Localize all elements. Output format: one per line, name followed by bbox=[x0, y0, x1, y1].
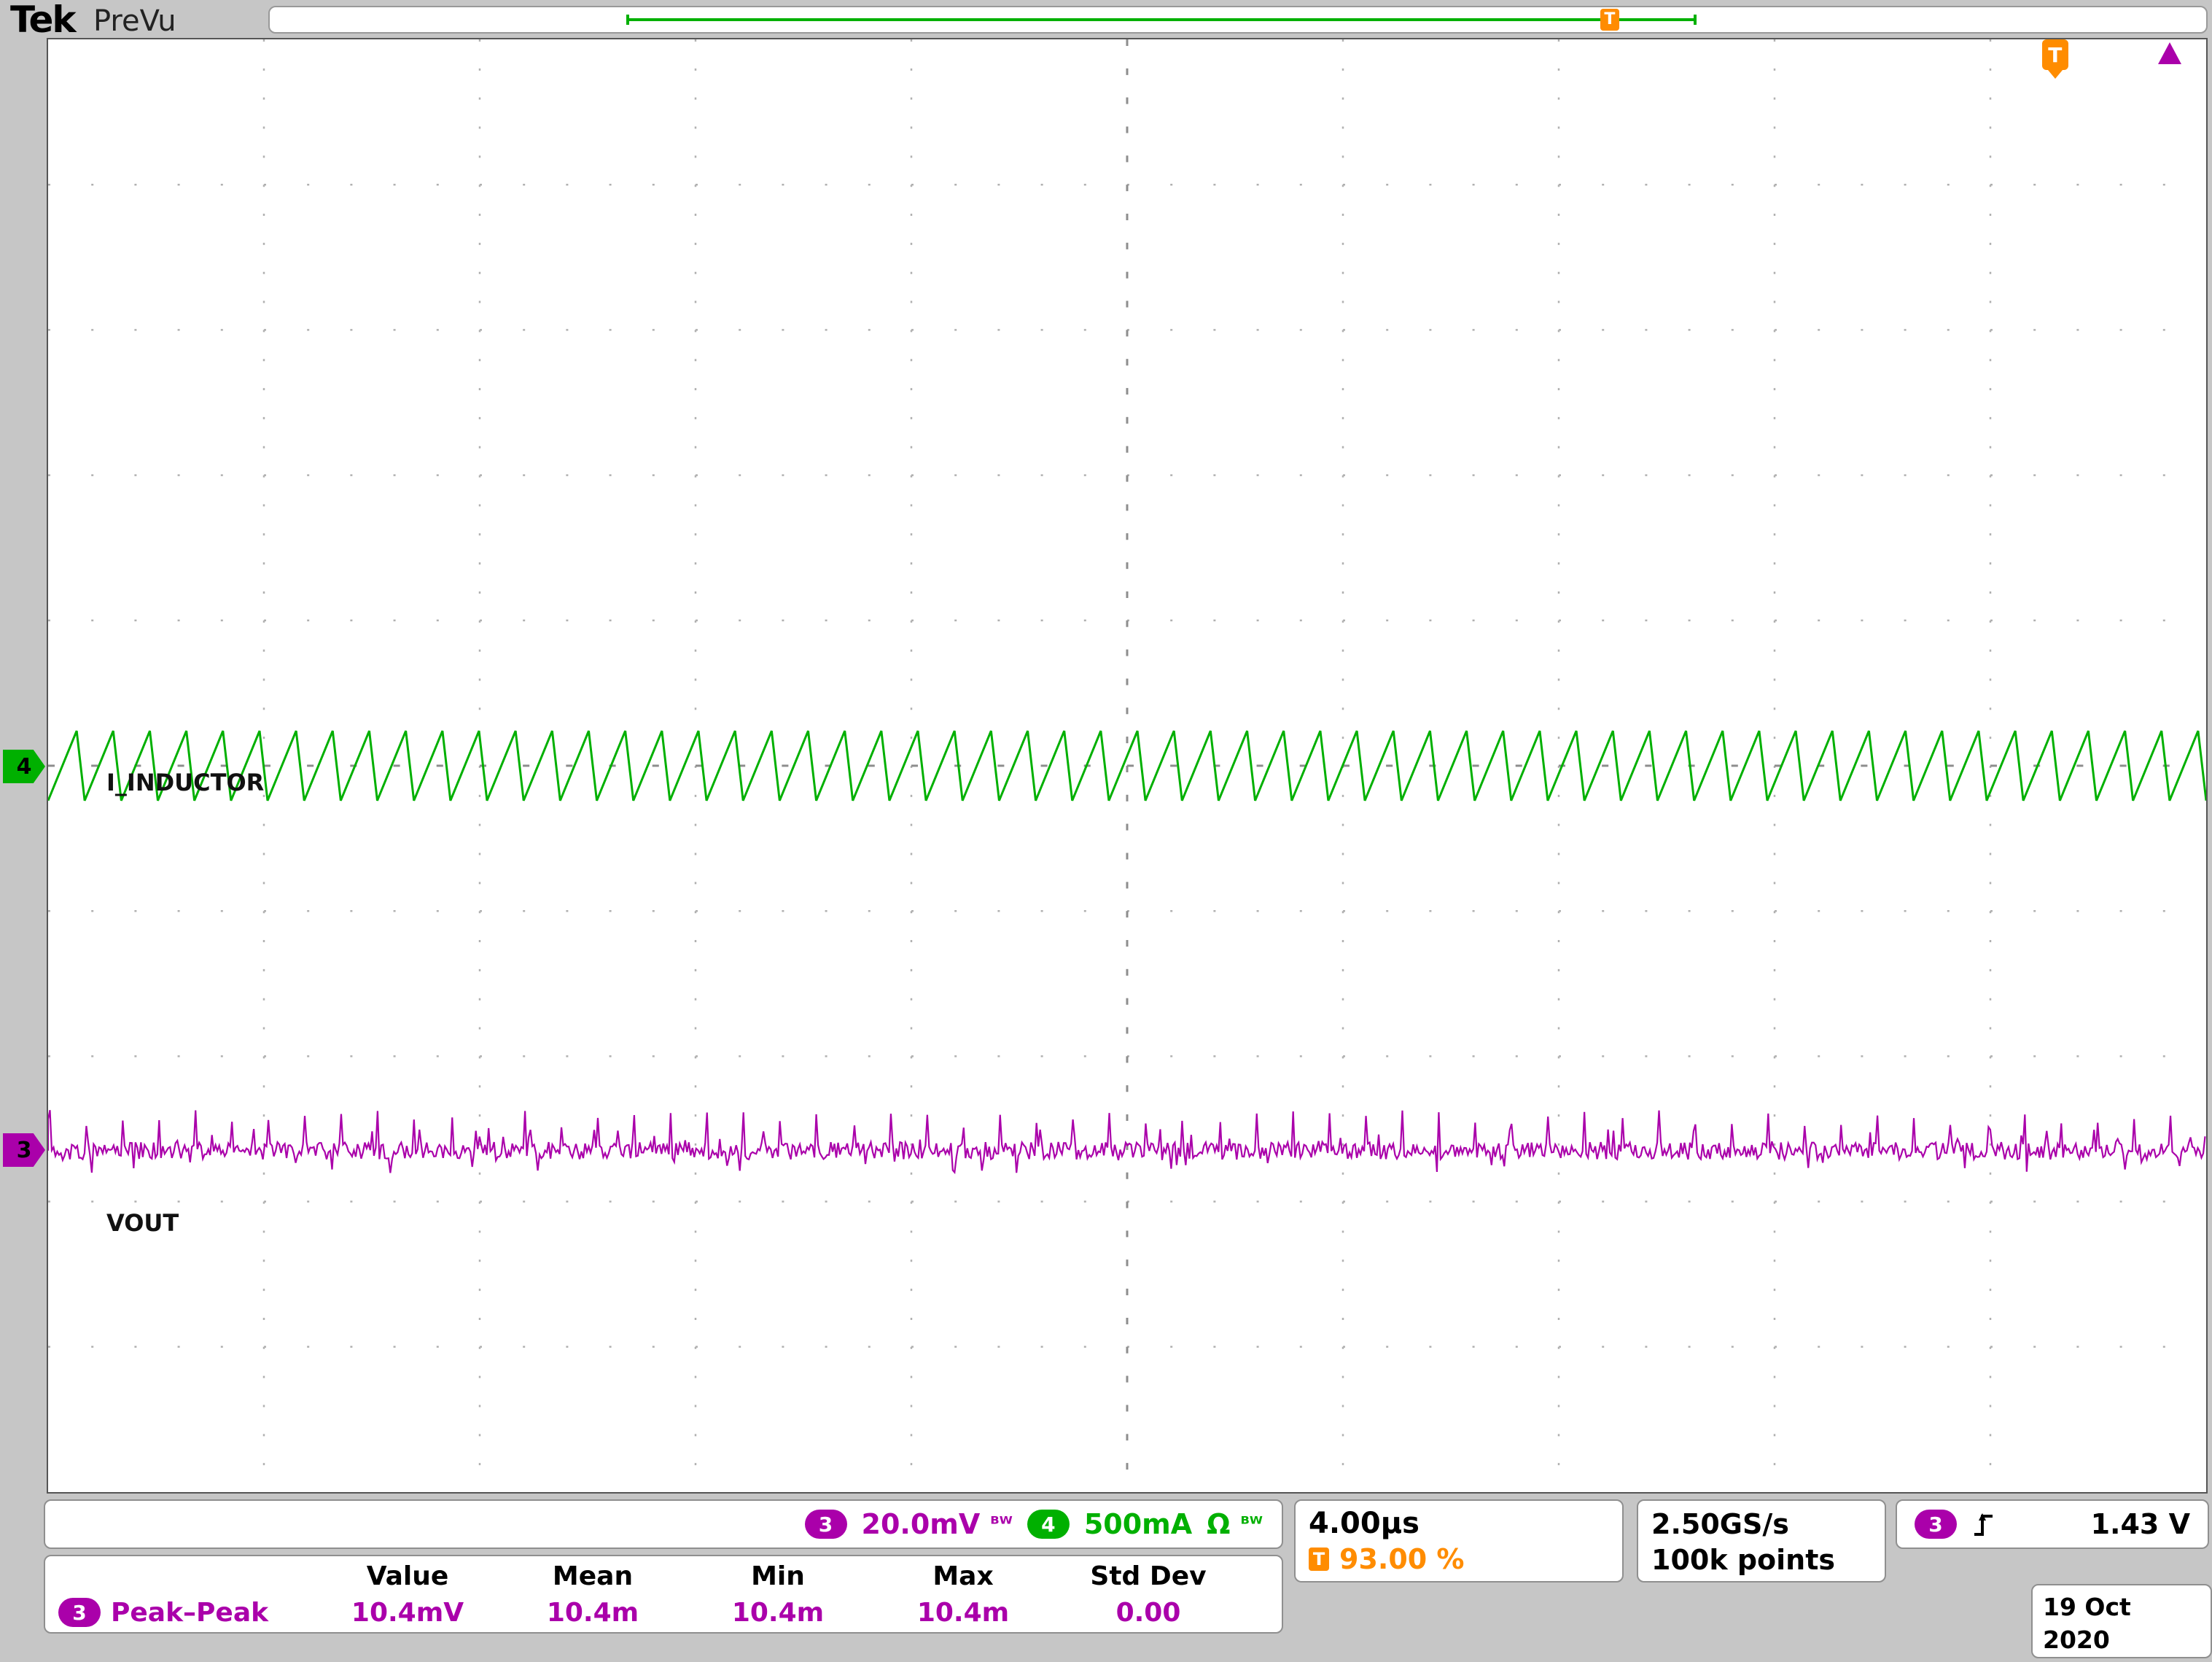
measurement-table[interactable]: Value Mean Min Max Std Dev 3 Peak–Peak 1… bbox=[44, 1555, 1283, 1634]
measurement-stddev: 0.00 bbox=[1056, 1598, 1241, 1628]
record-trigger-marker[interactable]: T bbox=[1600, 9, 1619, 31]
waveform-display bbox=[48, 39, 2206, 1492]
channel-3-marker[interactable]: 3 bbox=[3, 1133, 45, 1167]
header-mean: Mean bbox=[500, 1561, 685, 1591]
acquisition-status: PreVu bbox=[93, 4, 176, 38]
brand-logo: Tek bbox=[10, 0, 75, 41]
channel-4-marker[interactable]: 4 bbox=[3, 750, 45, 783]
trigger-position-flag[interactable]: T bbox=[2042, 39, 2068, 70]
trigger-source-badge[interactable]: 3 bbox=[1915, 1510, 1957, 1539]
timebase-readout[interactable]: 4.00µs bbox=[1309, 1507, 1609, 1540]
measurement-mean: 10.4m bbox=[500, 1598, 685, 1628]
channel-3-badge[interactable]: 3 bbox=[805, 1510, 847, 1539]
trigger-level-offscreen-arrow-icon bbox=[2158, 42, 2181, 64]
header-max: Max bbox=[871, 1561, 1056, 1591]
channel-4-bandwidth-icon: ᴮᵂ bbox=[1240, 1513, 1263, 1535]
trigger-level-readout: 1.43 V bbox=[2091, 1508, 2190, 1540]
trigger-position-icon: T bbox=[1309, 1548, 1329, 1571]
trigger-position-flag-label: T bbox=[2048, 43, 2062, 67]
trigger-slope-icon bbox=[1973, 1510, 1995, 1538]
record-length-readout: 100k points bbox=[1651, 1542, 1872, 1578]
record-window-indicator bbox=[626, 18, 1697, 21]
header-stddev: Std Dev bbox=[1056, 1561, 1241, 1591]
channel-3-bandwidth-icon: ᴮᵂ bbox=[990, 1513, 1013, 1535]
header-value: Value bbox=[315, 1561, 500, 1591]
channel-3-scale[interactable]: 20.0mV bbox=[862, 1508, 981, 1540]
channel-4-coupling: Ω bbox=[1207, 1508, 1230, 1540]
datetime-box: 19 Oct 2020 14:02:57 bbox=[2031, 1584, 2212, 1658]
trigger-readout[interactable]: 3 1.43 V bbox=[1896, 1499, 2209, 1549]
graticule: T I_INDUCTOR VOUT bbox=[47, 38, 2208, 1494]
time-readout: 14:02:57 bbox=[2043, 1656, 2200, 1662]
channel-4-label: I_INDUCTOR bbox=[106, 769, 264, 796]
oscilloscope-screen: Tek PreVu T T I_INDUCTOR VOUT 4 3 3 20.0… bbox=[0, 0, 2212, 1662]
measurement-max: 10.4m bbox=[871, 1598, 1056, 1628]
vertical-scale-bar[interactable]: 3 20.0mV ᴮᵂ 4 500mA Ω ᴮᵂ bbox=[44, 1499, 1283, 1549]
channel-4-badge[interactable]: 4 bbox=[1027, 1510, 1070, 1539]
measurement-name: Peak–Peak bbox=[111, 1598, 268, 1628]
channel-3-label: VOUT bbox=[106, 1209, 179, 1237]
sample-rate-readout: 2.50GS/s bbox=[1651, 1507, 1872, 1542]
measurement-header-row: Value Mean Min Max Std Dev bbox=[45, 1558, 1282, 1594]
measurement-min: 10.4m bbox=[685, 1598, 871, 1628]
header-min: Min bbox=[685, 1561, 871, 1591]
trigger-position-readout: 93.00 % bbox=[1339, 1543, 1465, 1575]
horizontal-readout[interactable]: 4.00µs T 93.00 % bbox=[1294, 1499, 1624, 1583]
acquisition-readout[interactable]: 2.50GS/s 100k points bbox=[1637, 1499, 1886, 1583]
measurement-row[interactable]: 3 Peak–Peak 10.4mV 10.4m 10.4m 10.4m 0.0… bbox=[45, 1594, 1282, 1631]
record-view-bar[interactable]: T bbox=[268, 6, 2208, 34]
channel-4-scale[interactable]: 500mA bbox=[1084, 1508, 1192, 1540]
measurement-source-badge: 3 bbox=[58, 1598, 101, 1627]
date-readout: 19 Oct 2020 bbox=[2043, 1591, 2200, 1656]
measurement-value: 10.4mV bbox=[315, 1598, 500, 1628]
